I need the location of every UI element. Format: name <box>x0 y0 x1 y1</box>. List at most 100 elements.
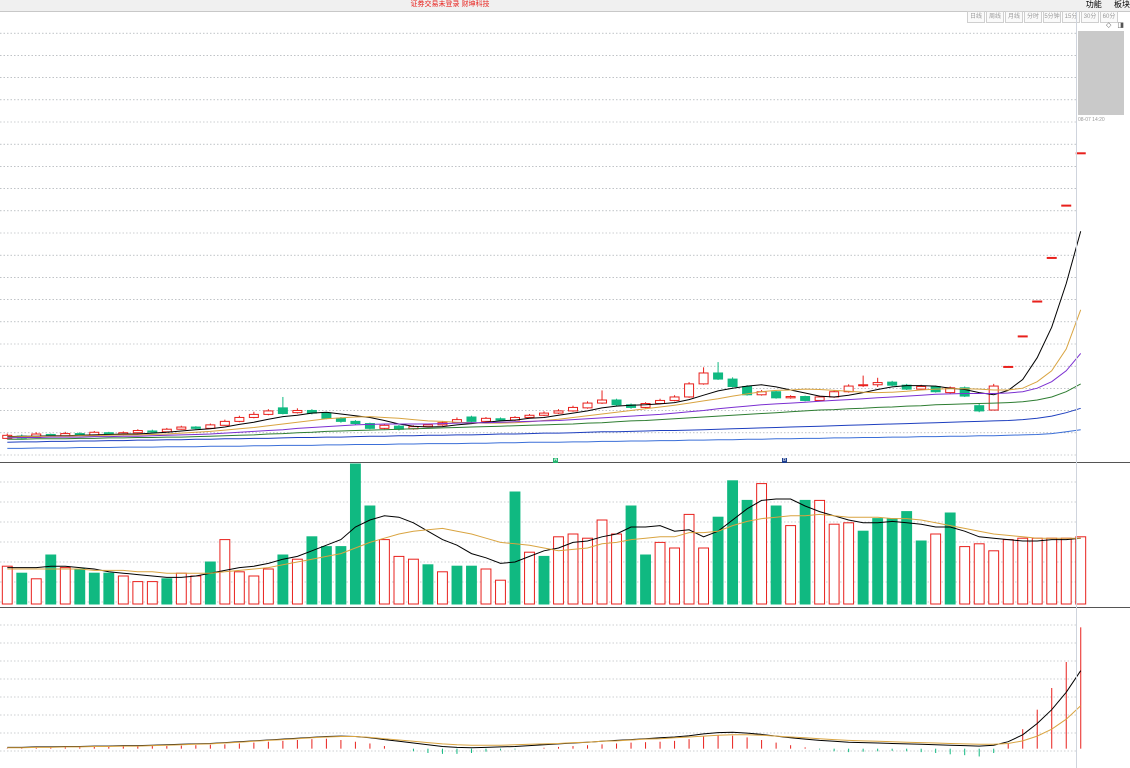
chart-mini-toolbar: ◇ ◨ <box>1102 21 1124 29</box>
volume-bar <box>1046 537 1058 605</box>
volume-bar <box>74 568 86 605</box>
candle-body <box>1075 152 1086 155</box>
candle-body <box>292 409 303 414</box>
volume-bar <box>291 558 303 605</box>
candle-body <box>727 378 738 387</box>
candle-body <box>814 396 825 401</box>
volume-bar <box>611 533 622 605</box>
volume-bar <box>973 543 985 605</box>
candle-body <box>655 399 666 404</box>
volume-bar <box>16 572 28 605</box>
candle-body <box>713 372 724 380</box>
volume-bar <box>625 505 637 605</box>
candle-body <box>379 424 390 429</box>
candle-body <box>335 417 346 422</box>
volume-bar <box>886 518 898 605</box>
volume-bar <box>88 572 100 605</box>
volume-bar <box>1031 537 1043 605</box>
volume-bar <box>161 578 173 605</box>
event-marker-a[interactable]: A <box>553 458 558 463</box>
volume-bar <box>567 533 579 605</box>
volume-bar <box>596 519 608 605</box>
event-marker-b[interactable]: B <box>782 458 787 463</box>
volume-bar <box>30 578 42 605</box>
candle-body <box>277 407 288 415</box>
candle-body <box>248 413 259 418</box>
candle-body <box>190 426 201 429</box>
volume-bar <box>509 491 521 605</box>
candle-body <box>132 430 143 434</box>
candle-body <box>495 418 506 421</box>
volume-bar <box>277 554 289 605</box>
volume-bar <box>408 558 419 605</box>
volume-bar <box>1017 537 1029 605</box>
candle-body <box>872 382 883 386</box>
volume-bar <box>335 546 347 605</box>
volume-bar <box>59 567 71 605</box>
volume-bar <box>466 565 477 605</box>
candle-body <box>1003 365 1014 368</box>
volume-bar <box>1075 536 1087 605</box>
candle-body <box>176 426 187 430</box>
volume-bar <box>683 513 695 605</box>
candle-body <box>205 424 216 429</box>
volume-bar <box>756 483 768 605</box>
candle-body <box>800 396 811 401</box>
macd-line-vol_ma5 <box>7 670 1082 749</box>
volume-bar <box>45 554 57 605</box>
volume-bar <box>378 539 390 605</box>
volume-bar <box>393 555 405 605</box>
volume-bar <box>814 499 826 605</box>
candle-body <box>582 402 593 409</box>
macd-line-vol_ma10 <box>7 705 1082 749</box>
volume-bar <box>930 533 942 605</box>
volume-bar <box>320 546 332 605</box>
volume-bar <box>988 550 1000 605</box>
candle-body <box>466 416 477 422</box>
candle-body <box>524 414 535 418</box>
candle-body <box>568 406 579 412</box>
volume-bar <box>451 565 463 605</box>
volume-bar <box>437 571 448 605</box>
volume-bar <box>915 540 927 605</box>
volume-bar <box>495 579 506 605</box>
candle-body <box>698 372 709 385</box>
volume-bar <box>538 555 550 605</box>
overlay-time-label: 08-07 14:20 <box>1078 117 1105 123</box>
square-icon[interactable]: ◨ <box>1117 22 1124 29</box>
candle-body <box>597 399 608 404</box>
candle-body <box>539 412 549 416</box>
volume-bar <box>248 575 260 605</box>
candle-body <box>480 417 491 422</box>
volume-bar <box>785 525 797 605</box>
candle-body <box>887 381 898 386</box>
diamond-icon[interactable]: ◇ <box>1106 22 1111 29</box>
volume-bar <box>828 523 840 605</box>
candle-body <box>785 396 796 399</box>
volume-bar <box>190 575 202 605</box>
volume-bar <box>727 480 739 605</box>
volume-bar <box>654 541 666 605</box>
volume-bar <box>741 499 753 605</box>
stock-chart[interactable] <box>0 0 1130 768</box>
volume-bar <box>262 568 274 605</box>
volume-bar <box>349 463 361 605</box>
right-panel-divider <box>1076 11 1077 768</box>
candle-body <box>916 385 927 390</box>
volume-bar <box>103 572 115 605</box>
volume-bar <box>233 571 245 605</box>
volume-bar <box>857 530 869 605</box>
volume-bar <box>770 505 782 605</box>
candle-body <box>553 410 564 414</box>
volume-bar <box>117 575 129 605</box>
volume-bar <box>698 547 710 605</box>
candle-body <box>1061 204 1072 207</box>
volume-bar <box>480 568 492 605</box>
candle-body <box>161 428 172 433</box>
volume-bar <box>524 551 535 605</box>
candle-body <box>974 405 985 412</box>
candle-body <box>234 416 245 422</box>
volume-bar <box>132 581 144 605</box>
candle-body <box>684 383 695 398</box>
candle-body <box>263 410 274 415</box>
